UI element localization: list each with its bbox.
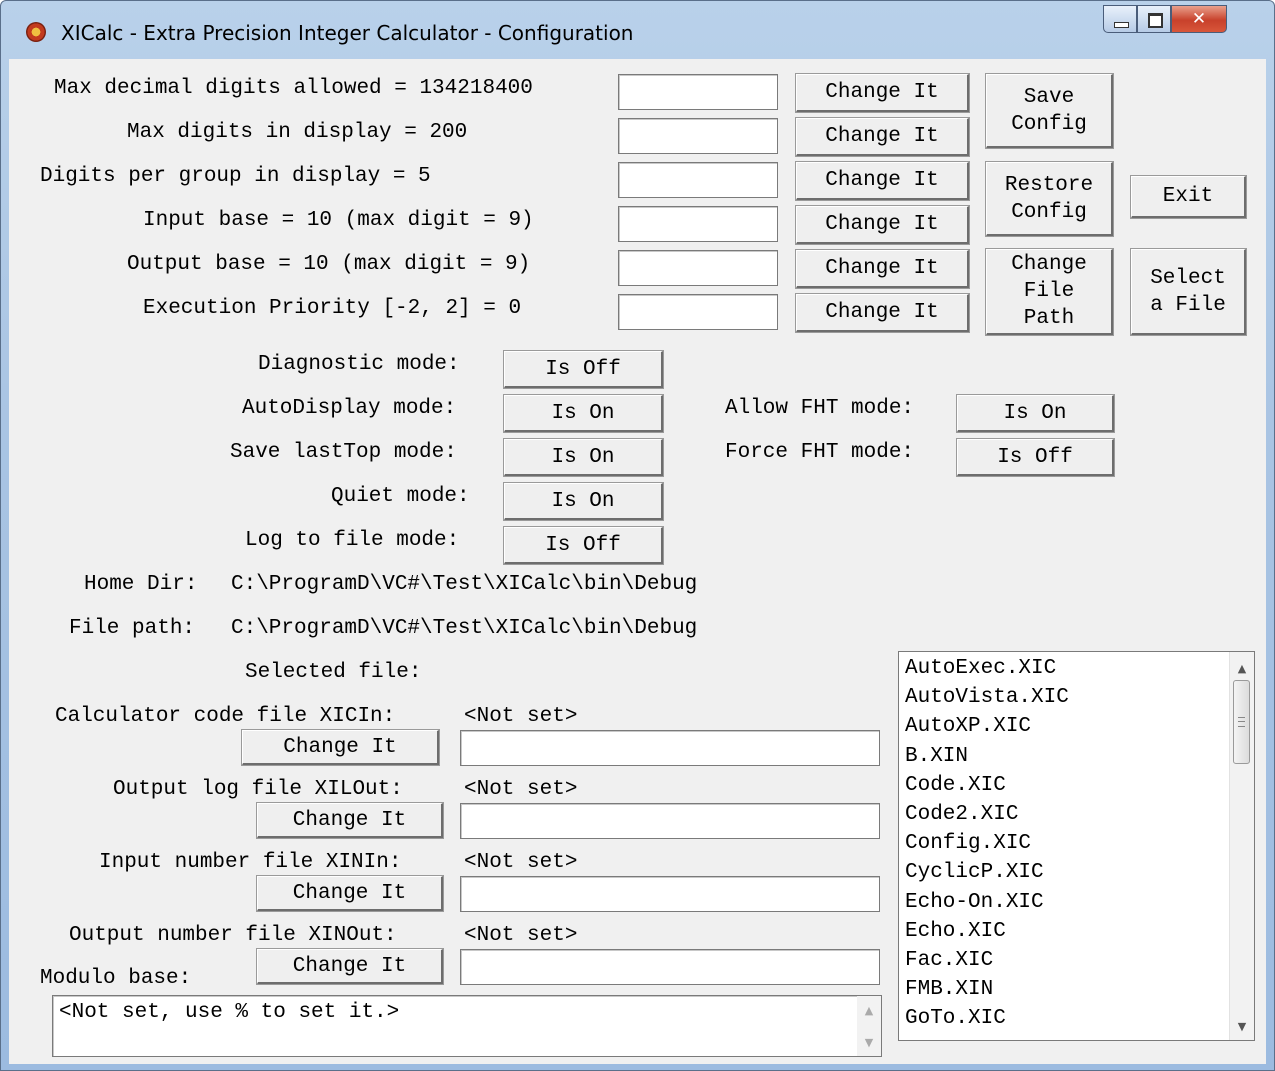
file-list-item[interactable]: AutoExec.XIC (905, 654, 1056, 683)
change-file-path-button[interactable]: Change File Path (985, 248, 1114, 336)
file-list-item[interactable]: B.XIN (905, 742, 968, 771)
home-dir-value: C:\ProgramD\VC#\Test\XICalc\bin\Debug (231, 573, 698, 596)
file-list-item[interactable]: AutoXP.XIC (905, 712, 1031, 741)
change-input-number-file-button[interactable]: Change It (256, 875, 444, 912)
calculator-code-file-input[interactable] (460, 730, 880, 766)
output-log-file-input[interactable] (460, 803, 880, 839)
output-log-file-status: <Not set> (464, 778, 578, 801)
file-list-item[interactable]: Fac.XIC (905, 946, 993, 975)
change-modulo-base-button[interactable]: Change It (256, 948, 444, 985)
select-file-button[interactable]: Select a File (1130, 248, 1247, 336)
file-list-item[interactable]: FMB.XIN (905, 975, 993, 1004)
restore-config-button[interactable]: Restore Config (985, 161, 1114, 237)
modulo-base-input[interactable] (460, 949, 880, 985)
textarea-scrollbar[interactable]: ▲ ▼ (857, 996, 881, 1056)
change-execution-priority-button[interactable]: Change It (795, 293, 970, 333)
change-calculator-code-file-button[interactable]: Change It (241, 729, 440, 766)
setting-input-output-base[interactable] (618, 250, 778, 286)
file-path-label: File path: (69, 617, 196, 640)
setting-input-max-display-digits[interactable] (618, 118, 778, 154)
selected-file-label: Selected file: (245, 661, 422, 684)
force-fht-mode-label: Force FHT mode: (725, 441, 915, 464)
file-list-item[interactable]: CyclicP.XIC (905, 858, 1044, 887)
change-digits-per-group-button[interactable]: Change It (795, 161, 970, 201)
save-lasttop-mode-label: Save lastTop mode: (230, 441, 457, 464)
scroll-up-arrow-icon[interactable]: ▲ (1230, 656, 1254, 680)
file-path-value: C:\ProgramD\VC#\Test\XICalc\bin\Debug (231, 617, 698, 640)
setting-label-max-display-digits: Max digits in display = 200 (127, 121, 468, 144)
scroll-up-arrow-icon[interactable]: ▲ (857, 998, 881, 1022)
modulo-base-label: Modulo base: (40, 967, 192, 990)
change-max-display-digits-button[interactable]: Change It (795, 117, 970, 157)
force-fht-mode-toggle[interactable]: Is Off (956, 438, 1115, 477)
quiet-mode-label: Quiet mode: (331, 485, 470, 508)
output-number-file-status: <Not set> (464, 924, 578, 947)
home-dir-label: Home Dir: (84, 573, 198, 596)
allow-fht-mode-label: Allow FHT mode: (725, 397, 915, 420)
calculator-code-file-label: Calculator code file XICIn: (55, 705, 396, 728)
minimize-icon (1114, 22, 1129, 28)
change-input-base-button[interactable]: Change It (795, 205, 970, 245)
maximize-icon (1148, 13, 1163, 28)
app-icon (26, 22, 46, 42)
scroll-down-arrow-icon[interactable]: ▼ (1230, 1014, 1254, 1038)
input-number-file-status: <Not set> (464, 851, 578, 874)
grip-icon (1238, 717, 1245, 727)
setting-label-output-base: Output base = 10 (max digit = 9) (127, 253, 531, 276)
exit-button[interactable]: Exit (1130, 175, 1247, 219)
output-log-file-label: Output log file XILOut: (113, 778, 403, 801)
modulo-value-textarea[interactable]: <Not set, use % to set it.> ▲ ▼ (52, 995, 882, 1057)
file-list-item[interactable]: Echo.XIC (905, 917, 1006, 946)
configuration-panel: Max decimal digits allowed = 134218400 C… (9, 59, 1266, 1064)
input-number-file-label: Input number file XINIn: (99, 851, 402, 874)
save-lasttop-mode-toggle[interactable]: Is On (503, 438, 664, 477)
file-list[interactable]: AutoExec.XIC AutoVista.XIC AutoXP.XIC B.XIN… (898, 651, 1255, 1041)
window-title: XICalc - Extra Precision Integer Calcula… (61, 21, 634, 45)
calculator-code-file-status: <Not set> (464, 705, 578, 728)
setting-label-max-decimal-digits: Max decimal digits allowed = 134218400 (54, 77, 533, 100)
setting-input-digits-per-group[interactable] (618, 162, 778, 198)
scrollbar-thumb[interactable] (1233, 680, 1250, 764)
title-bar[interactable]: XICalc - Extra Precision Integer Calcula… (1, 1, 1274, 59)
close-icon: ✕ (1191, 9, 1207, 29)
setting-input-execution-priority[interactable] (618, 294, 778, 330)
app-window: XICalc - Extra Precision Integer Calcula… (0, 0, 1275, 1071)
close-button[interactable]: ✕ (1171, 5, 1227, 33)
file-list-scrollbar[interactable]: ▲ ▼ (1229, 652, 1254, 1040)
setting-input-max-decimal-digits[interactable] (618, 74, 778, 110)
diagnostic-mode-toggle[interactable]: Is Off (503, 350, 664, 389)
setting-label-execution-priority: Execution Priority [-2, 2] = 0 (143, 297, 522, 320)
scroll-down-arrow-icon[interactable]: ▼ (857, 1030, 881, 1054)
maximize-button[interactable] (1137, 5, 1171, 33)
minimize-button[interactable] (1103, 5, 1137, 33)
output-number-file-label: Output number file XINOut: (69, 924, 397, 947)
file-list-item[interactable]: Code2.XIC (905, 800, 1018, 829)
file-list-item[interactable]: Config.XIC (905, 829, 1031, 858)
file-list-item[interactable]: Echo-On.XIC (905, 888, 1044, 917)
modulo-value-text: <Not set, use % to set it.> (59, 1001, 400, 1024)
autodisplay-mode-label: AutoDisplay mode: (242, 397, 457, 420)
change-output-base-button[interactable]: Change It (795, 249, 970, 289)
setting-label-input-base: Input base = 10 (max digit = 9) (143, 209, 534, 232)
quiet-mode-toggle[interactable]: Is On (503, 482, 664, 521)
diagnostic-mode-label: Diagnostic mode: (258, 353, 460, 376)
allow-fht-mode-toggle[interactable]: Is On (956, 394, 1115, 433)
file-list-item[interactable]: AutoVista.XIC (905, 683, 1069, 712)
log-to-file-mode-toggle[interactable]: Is Off (503, 526, 664, 565)
save-config-button[interactable]: Save Config (985, 73, 1114, 149)
log-to-file-mode-label: Log to file mode: (245, 529, 460, 552)
setting-label-digits-per-group: Digits per group in display = 5 (40, 165, 431, 188)
autodisplay-mode-toggle[interactable]: Is On (503, 394, 664, 433)
input-number-file-input[interactable] (460, 876, 880, 912)
file-list-item[interactable]: Code.XIC (905, 771, 1006, 800)
change-max-decimal-digits-button[interactable]: Change It (795, 73, 970, 113)
file-list-item[interactable]: GoTo.XIC (905, 1004, 1006, 1033)
change-output-log-file-button[interactable]: Change It (256, 802, 444, 839)
grip-line (1238, 721, 1245, 722)
setting-input-input-base[interactable] (618, 206, 778, 242)
